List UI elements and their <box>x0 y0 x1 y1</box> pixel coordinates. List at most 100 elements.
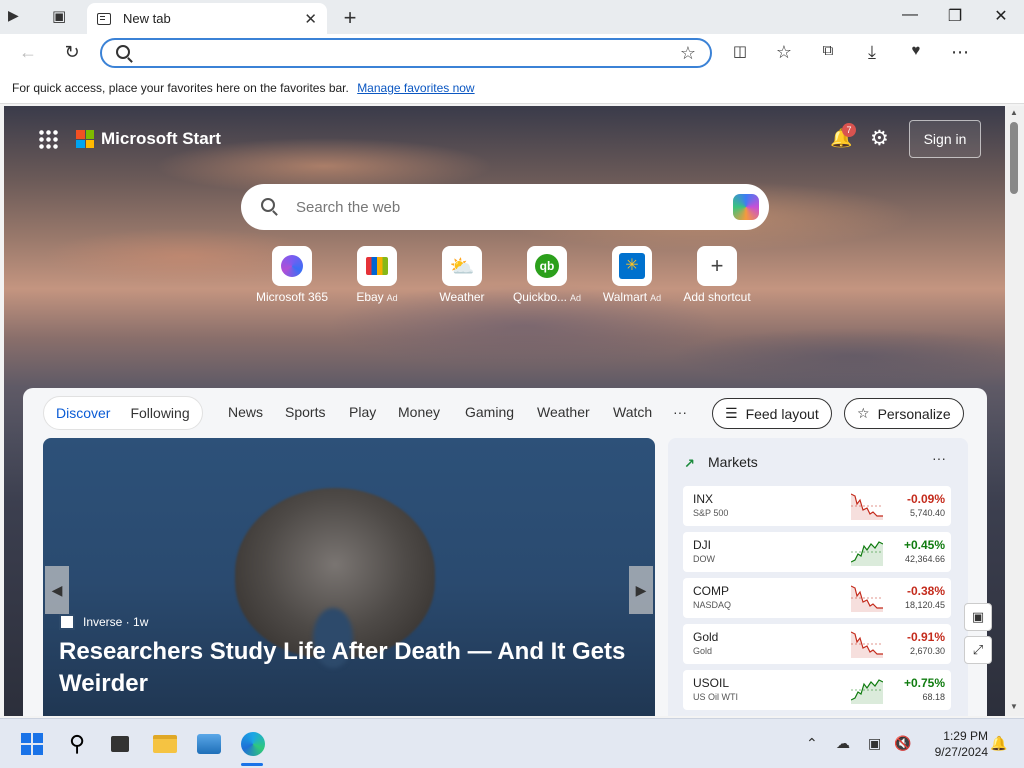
markets-title[interactable]: Markets <box>708 454 758 470</box>
tab-gaming[interactable]: Gaming <box>465 404 514 420</box>
market-row[interactable]: USOIL US Oil WTI +0.75% 68.18 <box>683 670 951 710</box>
feed-toggle-group: Discover Following <box>43 396 203 430</box>
file-explorer-icon[interactable] <box>150 729 180 759</box>
tab-actions-icon[interactable]: ▣ <box>52 7 66 25</box>
feed-layout-button[interactable]: ☰ Feed layout <box>712 398 832 429</box>
favorites-bar-hint: For quick access, place your favorites h… <box>12 81 349 95</box>
market-change: +0.45% <box>903 538 945 552</box>
shortcut-ebay[interactable]: Ebay Ad <box>332 246 422 304</box>
shortcut-microsoft-365[interactable]: Microsoft 365 <box>247 246 337 304</box>
address-bar[interactable]: ☆ <box>100 38 712 68</box>
sign-in-button[interactable]: Sign in <box>909 120 981 158</box>
collections-icon[interactable]: ⧉ <box>816 42 840 59</box>
shortcut-label: Walmart <box>602 290 648 304</box>
new-tab-button[interactable]: + <box>338 5 362 31</box>
ad-label: Ad <box>386 293 398 303</box>
market-price: 68.18 <box>922 692 945 702</box>
page-scrollbar[interactable]: ▲ ▼ <box>1005 106 1024 716</box>
notification-badge: 7 <box>842 123 856 137</box>
web-search-box[interactable]: Search the web <box>241 184 769 230</box>
markets-more-button[interactable]: ··· <box>932 450 946 466</box>
app-launcher-icon[interactable] <box>38 129 58 149</box>
close-window-button[interactable]: ✕ <box>986 6 1016 26</box>
more-tabs-button[interactable]: ··· <box>673 404 687 420</box>
expand-icon[interactable]: ⤢ <box>964 636 992 664</box>
network-icon[interactable]: ▣ <box>868 735 881 752</box>
weather-icon: ⛅ <box>442 246 482 286</box>
minimize-button[interactable]: — <box>895 6 925 24</box>
market-row[interactable]: COMP NASDAQ -0.38% 18,120.45 <box>683 578 951 618</box>
market-name: S&P 500 <box>693 508 729 518</box>
market-symbol: DJI <box>693 538 711 552</box>
tab-news[interactable]: News <box>228 404 263 420</box>
browser-essentials-icon[interactable]: ♥ <box>904 42 928 59</box>
market-symbol: Gold <box>693 630 719 644</box>
chevron-up-icon[interactable]: ⌃ <box>806 735 818 752</box>
market-row[interactable]: INX S&P 500 -0.09% 5,740.40 <box>683 486 951 526</box>
downloads-icon[interactable]: ⤓ <box>860 42 884 63</box>
active-app-indicator <box>241 763 263 766</box>
markets-widget: ↗ Markets ··· INX S&P 500 -0.09% 5,740.40 DJ… <box>668 438 968 716</box>
profile-icon[interactable]: ▶ <box>8 7 19 24</box>
markets-chart-icon: ↗ <box>684 456 695 471</box>
market-name: DOW <box>693 554 715 564</box>
shortcut-add[interactable]: + Add shortcut <box>672 246 762 304</box>
search-placeholder: Search the web <box>296 199 401 216</box>
market-name: US Oil WTI <box>693 692 738 702</box>
shortcut-label: Add shortcut <box>683 290 751 304</box>
gear-icon[interactable]: ⚙ <box>870 126 889 151</box>
system-clock[interactable]: 1:29 PM 9/27/2024 <box>918 728 988 760</box>
ad-label: Ad <box>570 293 582 303</box>
back-arrow-icon[interactable]: ← <box>16 42 40 63</box>
tab-sports[interactable]: Sports <box>285 404 325 420</box>
shortcut-label: Weather <box>439 290 485 304</box>
scroll-down-icon[interactable]: ▼ <box>1010 702 1018 711</box>
market-name: NASDAQ <box>693 600 732 610</box>
market-price: 18,120.45 <box>904 600 945 610</box>
volume-icon[interactable]: 🔇 <box>894 735 911 752</box>
shortcut-weather[interactable]: ⛅ Weather <box>417 246 507 304</box>
source-text: Inverse · 1w <box>83 615 149 629</box>
wallpaper-icon[interactable]: ▣ <box>964 603 992 631</box>
tab-watch[interactable]: Watch <box>613 404 652 420</box>
tab-weather[interactable]: Weather <box>537 404 590 420</box>
scroll-up-icon[interactable]: ▲ <box>1010 108 1018 117</box>
task-view-icon[interactable] <box>105 729 135 759</box>
shortcut-quickbooks[interactable]: qb Quickbo... Ad <box>502 246 592 304</box>
tab-money[interactable]: Money <box>398 404 440 420</box>
split-screen-icon[interactable]: ◫ <box>728 42 752 60</box>
refresh-icon[interactable]: ↻ <box>60 42 84 63</box>
manage-favorites-link[interactable]: Manage favorites now <box>357 81 474 95</box>
tab-following[interactable]: Following <box>130 405 189 421</box>
photos-app-icon[interactable] <box>194 729 224 759</box>
tab-discover[interactable]: Discover <box>56 405 110 421</box>
story-headline[interactable]: Researchers Study Life After Death — And… <box>59 636 629 700</box>
market-symbol: INX <box>693 492 714 506</box>
shortcut-walmart[interactable]: ✳ Walmart Ad <box>587 246 677 304</box>
scrollbar-thumb[interactable] <box>1010 122 1018 194</box>
sync-status-icon[interactable]: ☁ <box>836 735 850 752</box>
tab-title: New tab <box>123 11 171 26</box>
tab-play[interactable]: Play <box>349 404 376 420</box>
market-row[interactable]: Gold Gold -0.91% 2,670.30 <box>683 624 951 664</box>
favorite-star-icon[interactable]: ☆ <box>680 43 696 64</box>
sparkline-chart <box>851 585 883 612</box>
feed-panel: Discover Following News Sports Play Mone… <box>23 388 987 716</box>
personalize-button[interactable]: ☆ Personalize <box>844 398 964 429</box>
tab-new-tab[interactable]: New tab ✕ <box>87 3 327 34</box>
featured-story-card[interactable]: ◀ ▶ Inverse · 1w Researchers Study Life … <box>43 438 655 716</box>
copilot-icon[interactable] <box>733 194 759 220</box>
market-symbol: COMP <box>693 584 729 598</box>
previous-arrow-icon[interactable]: ◀ <box>45 566 69 614</box>
brand-title[interactable]: Microsoft Start <box>101 129 221 149</box>
next-arrow-icon[interactable]: ▶ <box>629 566 653 614</box>
restore-button[interactable]: ❐ <box>940 6 970 26</box>
favorites-icon[interactable]: ☆ <box>772 42 796 63</box>
settings-more-icon[interactable]: ⋯ <box>948 42 972 63</box>
edge-browser-icon[interactable] <box>238 729 268 759</box>
search-taskbar-icon[interactable]: ⚲ <box>62 729 92 759</box>
tab-close-icon[interactable]: ✕ <box>304 10 317 28</box>
notification-center-icon[interactable]: 🔔 <box>990 735 1007 752</box>
start-button[interactable] <box>17 729 47 759</box>
market-row[interactable]: DJI DOW +0.45% 42,364.66 <box>683 532 951 572</box>
